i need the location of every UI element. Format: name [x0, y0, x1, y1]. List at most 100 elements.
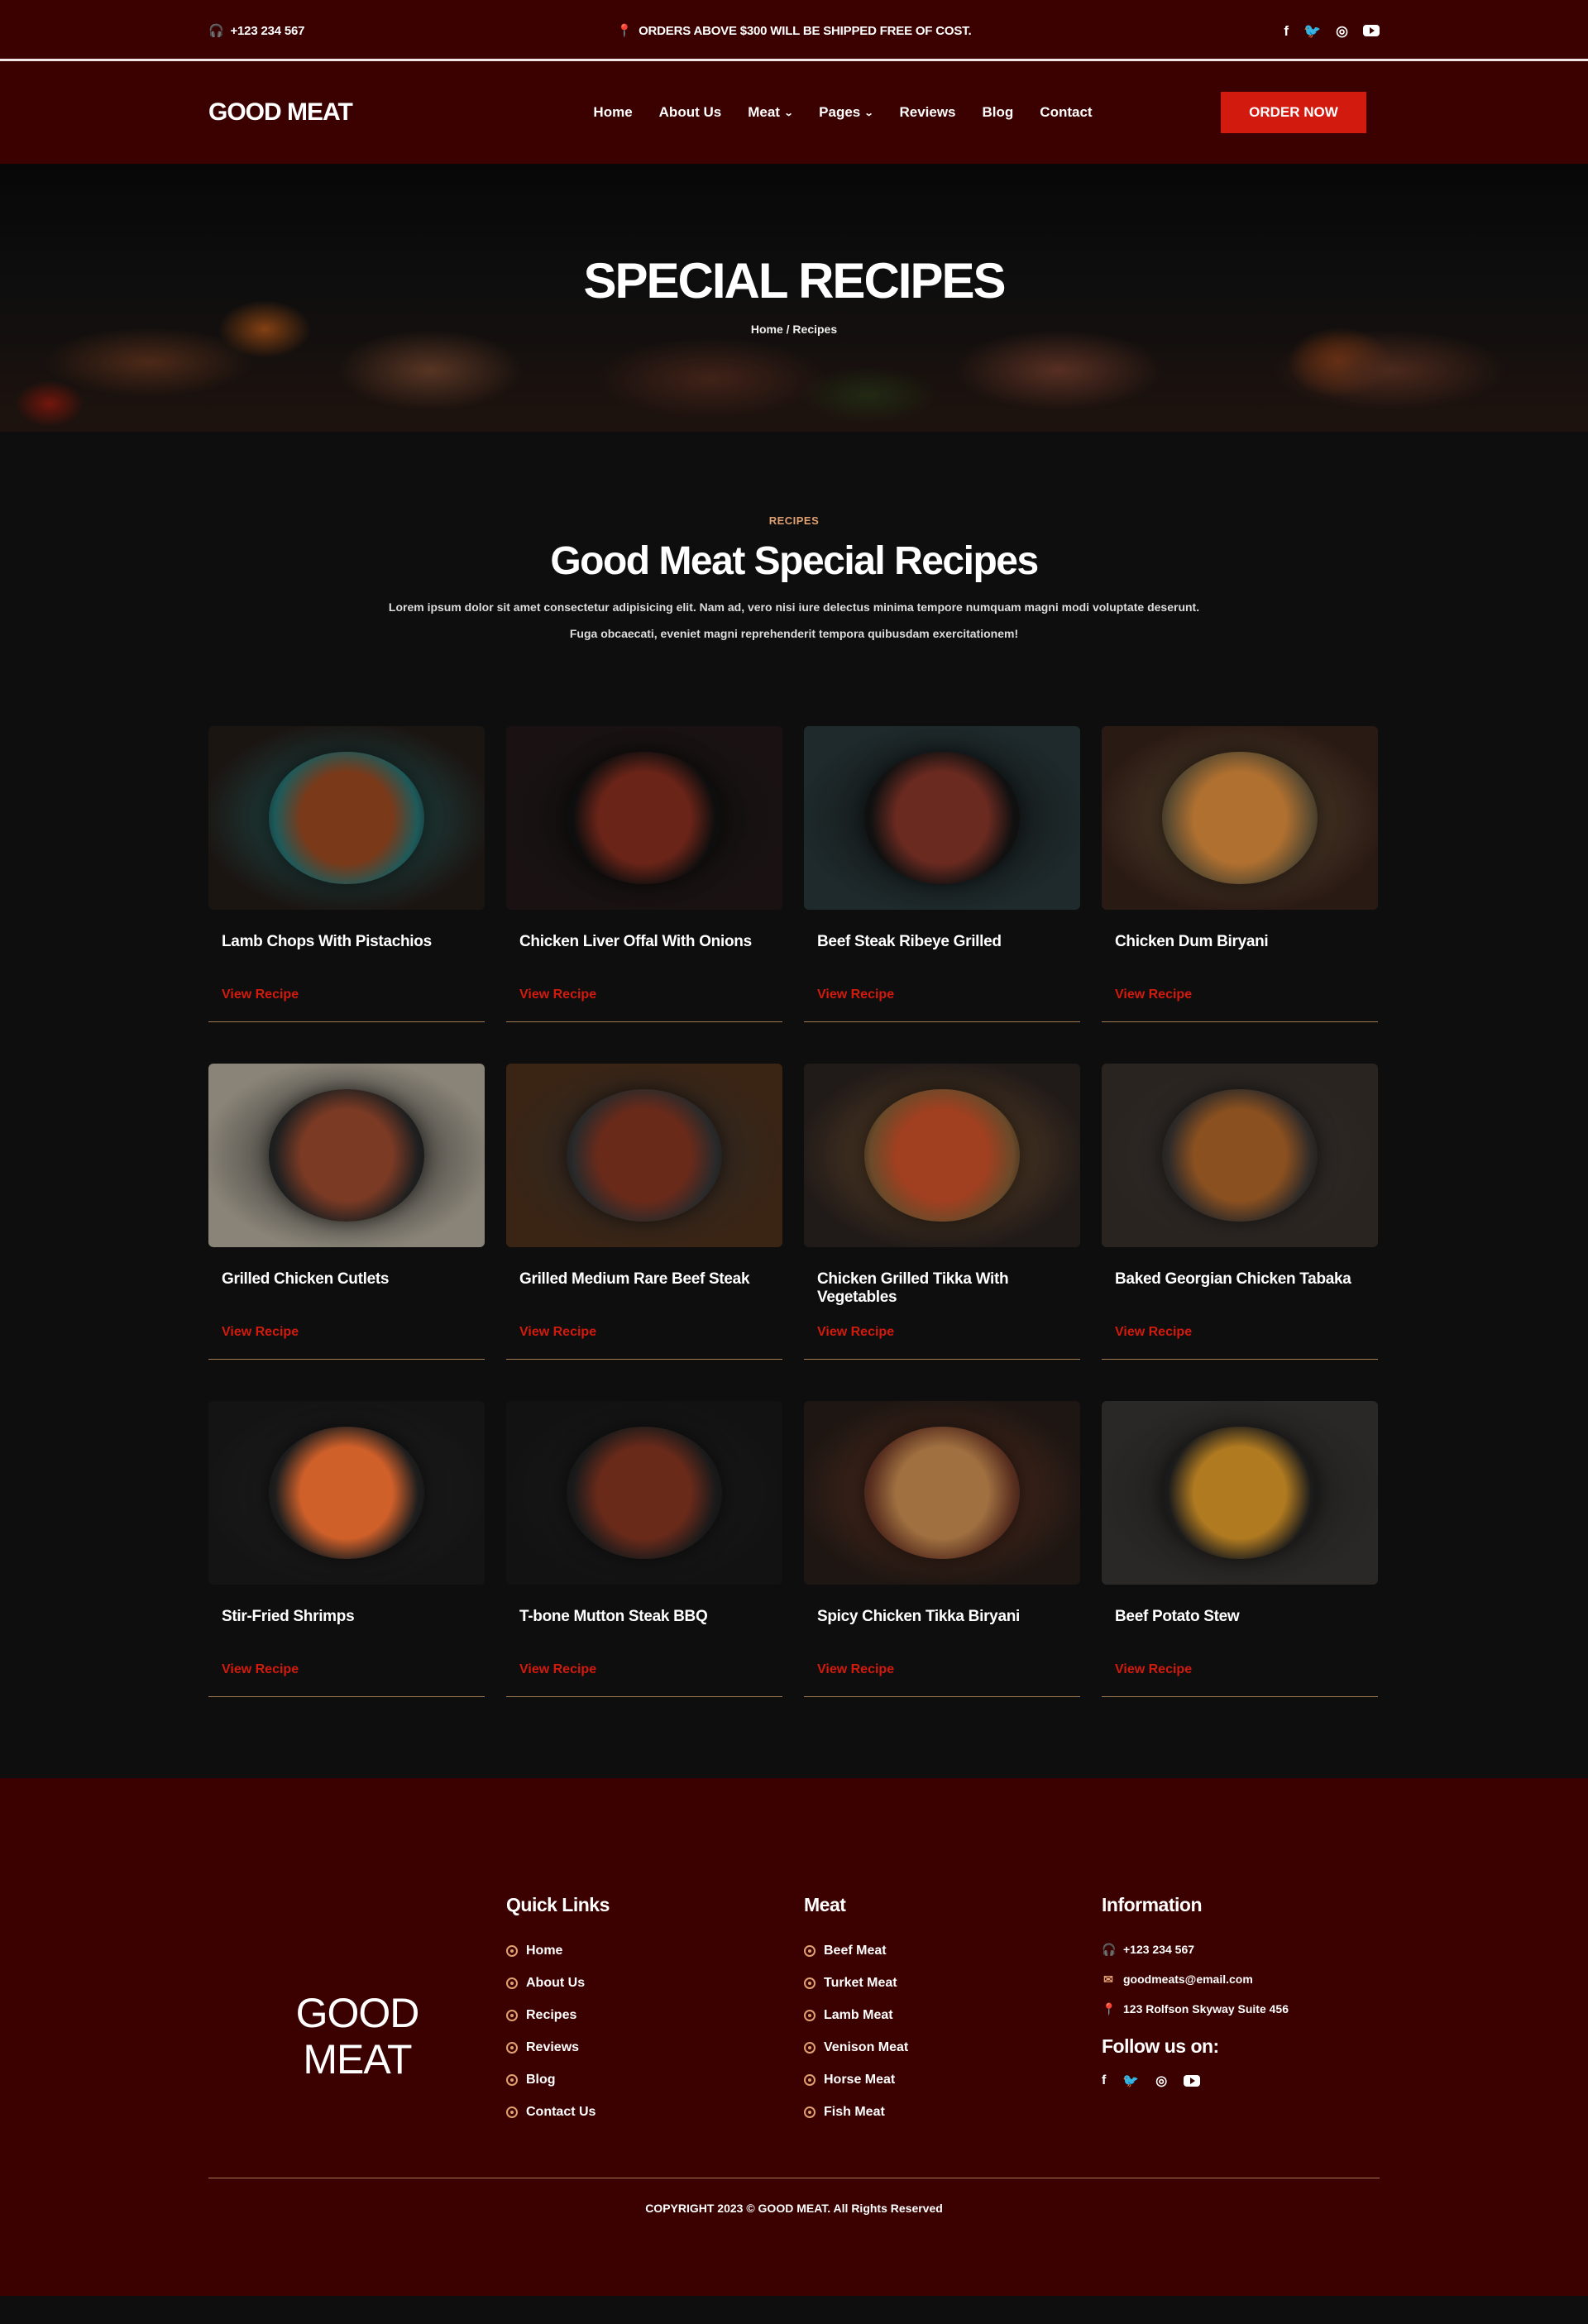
dish-plate [1162, 752, 1318, 884]
footer-link-lamb[interactable]: Lamb Meat [804, 1999, 1102, 2031]
recipe-image[interactable] [506, 1401, 782, 1585]
view-recipe-link[interactable]: View Recipe [817, 1662, 894, 1677]
view-recipe-link[interactable]: View Recipe [222, 1325, 299, 1340]
recipe-card: Stir-Fried Shrimps View Recipe [208, 1401, 485, 1697]
recipe-name[interactable]: Lamb Chops With Pistachios [222, 933, 485, 951]
view-recipe-link[interactable]: View Recipe [1115, 987, 1192, 1002]
recipe-name[interactable]: Spicy Chicken Tikka Biryani [817, 1608, 1080, 1626]
view-recipe-link[interactable]: View Recipe [222, 987, 299, 1002]
footer-heading: Meat [804, 1894, 846, 1915]
twitter-icon[interactable]: 🐦 [1122, 2073, 1139, 2089]
recipe-name[interactable]: T-bone Mutton Steak BBQ [519, 1608, 782, 1626]
view-recipe-link[interactable]: View Recipe [519, 987, 596, 1002]
view-recipe-link[interactable]: View Recipe [817, 1325, 894, 1340]
view-recipe-link[interactable]: View Recipe [817, 987, 894, 1002]
recipe-name[interactable]: Baked Georgian Chicken Tabaka [1115, 1270, 1378, 1289]
phone-contact[interactable]: 🎧 +123 234 567 [208, 23, 305, 39]
circle-dot-icon [804, 2073, 816, 2086]
footer-social-links: f 🐦 ◎ [1102, 2073, 1380, 2089]
recipe-image[interactable] [208, 1401, 485, 1585]
footer-quick-links: Quick Links Home About Us Recipes Review… [506, 1894, 804, 2128]
footer-link-about-us[interactable]: About Us [506, 1967, 804, 1999]
instagram-icon[interactable]: ◎ [1336, 24, 1348, 38]
shipping-notice-text: ORDERS ABOVE $300 WILL BE SHIPPED FREE O… [639, 23, 972, 38]
recipe-name[interactable]: Beef Steak Ribeye Grilled [817, 933, 1080, 951]
recipe-image[interactable] [804, 1401, 1080, 1585]
view-recipe-link[interactable]: View Recipe [519, 1662, 596, 1677]
recipe-name[interactable]: Chicken Liver Offal With Onions [519, 933, 782, 951]
youtube-icon[interactable] [1363, 25, 1380, 36]
nav-meat[interactable]: Meat ⌄ [748, 104, 793, 121]
recipe-card: T-bone Mutton Steak BBQ View Recipe [506, 1401, 782, 1697]
recipe-image[interactable] [506, 726, 782, 910]
footer-link-venison[interactable]: Venison Meat [804, 2031, 1102, 2063]
circle-dot-icon [804, 1977, 816, 1989]
footer-link-turkey[interactable]: Turket Meat [804, 1967, 1102, 1999]
phone-number: +123 234 567 [230, 23, 305, 38]
dish-plate [269, 752, 424, 884]
footer-link-blog[interactable]: Blog [506, 2063, 804, 2096]
recipe-image[interactable] [1102, 1064, 1378, 1247]
circle-dot-icon [804, 2106, 816, 2118]
section-eyebrow: RECIPES [768, 514, 820, 527]
nav-blog[interactable]: Blog [983, 104, 1014, 121]
youtube-icon[interactable] [1184, 2075, 1201, 2087]
recipe-card: Chicken Grilled Tikka With Vegetables Vie… [804, 1064, 1080, 1360]
recipe-name[interactable]: Beef Potato Stew [1115, 1608, 1378, 1626]
dish-plate [269, 1427, 424, 1559]
footer-link-home[interactable]: Home [506, 1934, 804, 1967]
recipe-image[interactable] [506, 1064, 782, 1247]
section-description: Lorem ipsum dolor sit amet consectetur a… [388, 600, 1200, 640]
recipe-name[interactable]: Stir-Fried Shrimps [222, 1608, 485, 1626]
twitter-icon[interactable]: 🐦 [1303, 24, 1321, 38]
footer-email[interactable]: ✉ goodmeats@email.com [1102, 1964, 1380, 1994]
nav-pages[interactable]: Pages ⌄ [819, 104, 874, 121]
circle-dot-icon [506, 2041, 518, 2054]
footer-link-contact-us[interactable]: Contact Us [506, 2096, 804, 2128]
recipe-card: Beef Potato Stew View Recipe [1102, 1401, 1378, 1697]
footer-link-recipes[interactable]: Recipes [506, 1999, 804, 2031]
breadcrumb[interactable]: Home / Recipes [0, 323, 1588, 336]
nav-about-us[interactable]: About Us [659, 104, 722, 121]
footer-logo[interactable]: GOOD MEAT [208, 1944, 506, 2128]
recipe-card: Chicken Liver Offal With Onions View Reci… [506, 726, 782, 1022]
nav-contact[interactable]: Contact [1040, 104, 1092, 121]
footer-link-horse[interactable]: Horse Meat [804, 2063, 1102, 2096]
dish-plate [1162, 1089, 1318, 1222]
nav-reviews[interactable]: Reviews [899, 104, 955, 121]
recipe-card: Lamb Chops With Pistachios View Recipe [208, 726, 485, 1022]
headset-icon: 🎧 [208, 24, 224, 38]
recipe-image[interactable] [1102, 1401, 1378, 1585]
recipe-image[interactable] [804, 1064, 1080, 1247]
dish-plate [567, 1089, 722, 1222]
footer-phone[interactable]: 🎧 +123 234 567 [1102, 1934, 1380, 1964]
view-recipe-link[interactable]: View Recipe [1115, 1662, 1192, 1677]
circle-dot-icon [506, 2073, 518, 2086]
footer-address: 📍 123 Rolfson Skyway Suite 456 [1102, 2001, 1289, 2016]
recipe-image[interactable] [208, 1064, 485, 1247]
footer-link-beef[interactable]: Beef Meat [804, 1934, 1102, 1967]
recipe-image[interactable] [1102, 726, 1378, 910]
recipe-image[interactable] [804, 726, 1080, 910]
view-recipe-link[interactable]: View Recipe [519, 1325, 596, 1340]
view-recipe-link[interactable]: View Recipe [1115, 1325, 1192, 1340]
order-now-button[interactable]: ORDER NOW [1221, 92, 1366, 133]
footer-link-reviews[interactable]: Reviews [506, 2031, 804, 2063]
recipe-card: Spicy Chicken Tikka Biryani View Recipe [804, 1401, 1080, 1697]
recipe-name[interactable]: Grilled Chicken Cutlets [222, 1270, 485, 1289]
facebook-icon[interactable]: f [1102, 2073, 1106, 2088]
nav-home[interactable]: Home [593, 104, 632, 121]
recipe-image[interactable] [208, 726, 485, 910]
main-navbar: GOOD MEAT Home About Us Meat ⌄ Pages ⌄ Rev… [0, 61, 1588, 164]
recipe-name[interactable]: Chicken Dum Biryani [1115, 933, 1378, 951]
section-title: Good Meat Special Recipes [550, 539, 1039, 583]
map-pin-icon: 📍 [616, 24, 633, 38]
view-recipe-link[interactable]: View Recipe [222, 1662, 299, 1677]
recipe-name[interactable]: Grilled Medium Rare Beef Steak [519, 1270, 782, 1289]
envelope-icon: ✉ [1103, 1972, 1113, 1986]
recipe-name[interactable]: Chicken Grilled Tikka With Vegetables [817, 1270, 1080, 1307]
facebook-icon[interactable]: f [1284, 24, 1289, 38]
instagram-icon[interactable]: ◎ [1155, 2073, 1167, 2089]
copyright: COPYRIGHT 2023 © GOOD MEAT. All Rights R… [208, 2178, 1380, 2215]
footer-link-fish[interactable]: Fish Meat [804, 2096, 1102, 2128]
